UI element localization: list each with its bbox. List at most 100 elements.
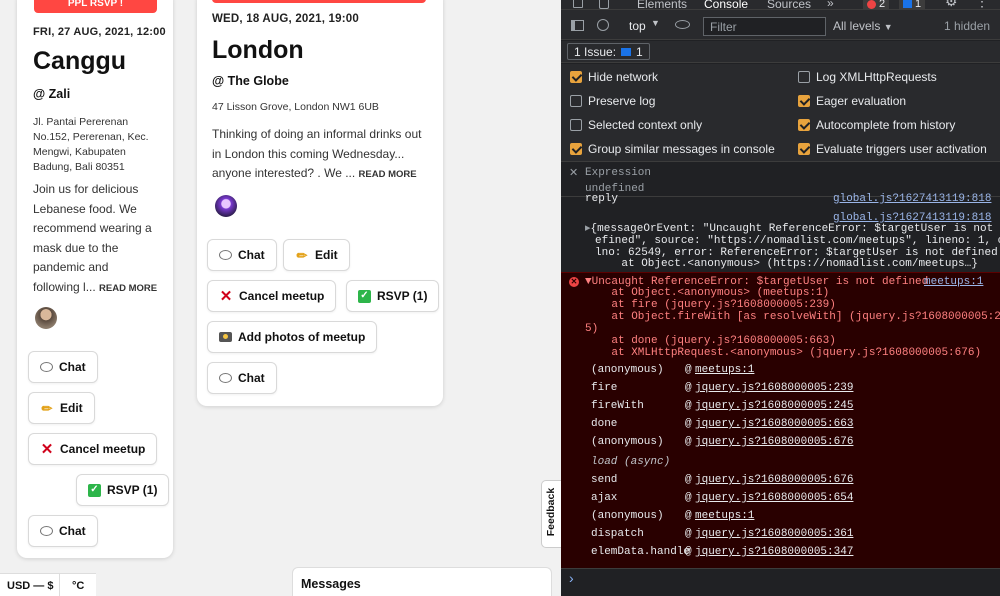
cancel-meetup-button[interactable]: ✕ Cancel meetup bbox=[28, 433, 158, 465]
stack-source-link[interactable]: jquery.js?1608000005:239 bbox=[695, 382, 853, 394]
cross-mark-icon: ✕ bbox=[219, 287, 233, 305]
cancel-meetup-label: Cancel meetup bbox=[60, 442, 146, 456]
log-object[interactable]: ▸{messageOrEvent: "Uncaught ReferenceErr… bbox=[585, 223, 1000, 271]
cancel-meetup-button[interactable]: ✕ Cancel meetup bbox=[207, 280, 337, 312]
clear-console-icon[interactable] bbox=[597, 19, 609, 31]
chat-button-label: Chat bbox=[59, 524, 86, 538]
checkbox-selected-context[interactable]: Selected context only bbox=[570, 118, 702, 132]
checkbox-user-activation[interactable]: Evaluate triggers user activation bbox=[798, 142, 987, 156]
log-levels-dropdown[interactable]: All levels ▼ bbox=[833, 19, 893, 33]
checkbox-eager-evaluation[interactable]: Eager evaluation bbox=[798, 94, 906, 108]
stack-source-link[interactable]: jquery.js?1608000005:676 bbox=[695, 436, 853, 448]
read-more-link[interactable]: READ MORE bbox=[359, 169, 417, 180]
checkbox-preserve-log[interactable]: Preserve log bbox=[570, 94, 655, 108]
attendee-avatar[interactable] bbox=[215, 195, 237, 217]
edit-button[interactable]: ✏ Edit bbox=[283, 239, 350, 271]
expression-input[interactable]: Expression bbox=[585, 167, 651, 179]
currency-selector[interactable]: USD — $ bbox=[0, 573, 60, 596]
description-line: in London this coming Wednesday... bbox=[212, 146, 405, 161]
stack-source-link[interactable]: jquery.js?1608000005:663 bbox=[695, 418, 853, 430]
checkbox-box[interactable] bbox=[570, 119, 582, 131]
meetup-city[interactable]: London bbox=[212, 36, 304, 65]
checkbox-box[interactable] bbox=[798, 71, 810, 83]
edit-button[interactable]: ✏ Edit bbox=[28, 392, 95, 424]
meetup-venue[interactable]: @ The Globe bbox=[212, 74, 289, 88]
rsvp-banner[interactable]: PPL RSVP ! bbox=[34, 0, 157, 13]
rsvp-button[interactable]: ✓ RSVP (1) bbox=[76, 474, 170, 506]
meetup-city[interactable]: Canggu bbox=[33, 47, 126, 76]
chat-button[interactable]: Chat bbox=[207, 239, 277, 271]
kebab-menu-icon[interactable]: ⋮ bbox=[975, 0, 989, 10]
checkbox-log-xhr[interactable]: Log XMLHttpRequests bbox=[798, 70, 937, 84]
log-source-link[interactable]: global.js?1627413119:818 bbox=[833, 193, 991, 205]
messages-panel-tab[interactable]: Messages bbox=[292, 567, 552, 596]
stack-fn: done bbox=[591, 418, 618, 430]
rsvp-button[interactable]: ✓ RSVP (1) bbox=[346, 280, 440, 312]
description-line: anyone interested? . We ... READ MORE bbox=[212, 164, 440, 185]
checkbox-box[interactable] bbox=[798, 119, 810, 131]
chat-button-secondary[interactable]: Chat bbox=[207, 362, 277, 394]
stack-fn: (anonymous) bbox=[591, 510, 664, 522]
checkbox-autocomplete-history[interactable]: Autocomplete from history bbox=[798, 118, 955, 132]
stack-fn: fireWith bbox=[591, 400, 644, 412]
chat-button-label: Chat bbox=[238, 248, 265, 262]
log-levels-label: All levels bbox=[833, 19, 881, 33]
error-stack-line: at XMLHttpRequest.<anonymous> (jquery.js… bbox=[585, 346, 982, 359]
console-input[interactable]: › bbox=[561, 568, 1000, 596]
chat-button[interactable]: Chat bbox=[28, 351, 98, 383]
error-source-link[interactable]: meetups:1 bbox=[924, 276, 983, 288]
live-expression-eye-icon[interactable] bbox=[675, 20, 690, 29]
description-line: following l... READ MORE bbox=[33, 278, 168, 299]
stack-source-link[interactable]: jquery.js?1608000005:676 bbox=[695, 474, 853, 486]
issues-button[interactable]: 1 Issue: 1 bbox=[567, 43, 650, 60]
add-photos-button[interactable]: Add photos of meetup bbox=[207, 321, 378, 353]
checkbox-box[interactable] bbox=[570, 71, 582, 83]
settings-gear-icon[interactable]: ⚙ bbox=[945, 0, 958, 10]
inspect-element-icon[interactable] bbox=[573, 0, 583, 8]
checkbox-label: Group similar messages in console bbox=[588, 142, 775, 156]
error-stack-line: 5) bbox=[585, 322, 599, 335]
description-line: Join us for delicious bbox=[33, 182, 139, 196]
top-banner[interactable] bbox=[212, 0, 426, 3]
edit-button-label: Edit bbox=[315, 248, 338, 262]
pencil-icon: ✏ bbox=[296, 247, 308, 263]
checkbox-box[interactable] bbox=[798, 95, 810, 107]
chat-bubble-icon bbox=[219, 373, 232, 383]
live-expression: ✕ Expression undefined bbox=[561, 163, 1000, 197]
chat-button-label: Chat bbox=[238, 371, 265, 385]
stack-source-link[interactable]: jquery.js?1608000005:654 bbox=[695, 492, 853, 504]
temperature-unit-toggle[interactable]: °C bbox=[60, 573, 96, 596]
checkbox-group-similar[interactable]: Group similar messages in console bbox=[570, 142, 775, 156]
devtools-tabbar: Elements Console Sources » 2 1 ⚙ ⋮ bbox=[561, 0, 1000, 14]
filter-input[interactable]: Filter bbox=[703, 17, 826, 36]
stack-source-link[interactable]: jquery.js?1608000005:245 bbox=[695, 400, 853, 412]
stack-source-link[interactable]: jquery.js?1608000005:347 bbox=[695, 546, 853, 558]
checkbox-label: Hide network bbox=[588, 70, 659, 84]
stack-source-link[interactable]: meetups:1 bbox=[695, 510, 754, 522]
context-selector[interactable]: top bbox=[629, 19, 646, 33]
meetup-venue[interactable]: @ Zali bbox=[33, 87, 70, 101]
remove-expression-icon[interactable]: ✕ bbox=[569, 166, 578, 179]
sidebar-toggle-icon[interactable] bbox=[571, 20, 584, 31]
more-tabs-icon[interactable]: » bbox=[827, 0, 834, 10]
devtools-panel: Elements Console Sources » 2 1 ⚙ ⋮ top ▼… bbox=[561, 0, 1000, 596]
attendee-avatar[interactable] bbox=[35, 307, 57, 329]
stack-at: @ bbox=[685, 546, 692, 558]
stack-fn: dispatch bbox=[591, 528, 644, 540]
stack-at: @ bbox=[685, 418, 692, 430]
checkbox-box[interactable] bbox=[570, 95, 582, 107]
stack-at: @ bbox=[685, 400, 692, 412]
device-toggle-icon[interactable] bbox=[599, 0, 609, 9]
checkbox-box[interactable] bbox=[798, 143, 810, 155]
prompt-chevron-icon: › bbox=[569, 570, 574, 586]
stack-at: @ bbox=[685, 528, 692, 540]
checkbox-hide-network[interactable]: Hide network bbox=[570, 70, 658, 84]
error-stack-line: at done (jquery.js?1608000005:663) bbox=[585, 334, 836, 347]
checkbox-box[interactable] bbox=[570, 143, 582, 155]
chat-button-secondary[interactable]: Chat bbox=[28, 515, 98, 547]
stack-source-link[interactable]: jquery.js?1608000005:361 bbox=[695, 528, 853, 540]
pencil-icon: ✏ bbox=[41, 400, 53, 416]
stack-source-link[interactable]: meetups:1 bbox=[695, 364, 754, 376]
read-more-link[interactable]: READ MORE bbox=[99, 283, 157, 294]
checkbox-label: Evaluate triggers user activation bbox=[816, 142, 987, 156]
